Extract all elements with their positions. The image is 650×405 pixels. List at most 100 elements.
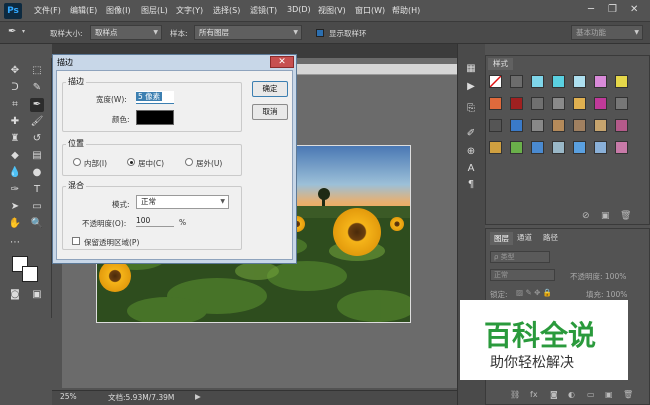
clear-style-icon[interactable]: ⊘ — [582, 211, 590, 221]
histogram-icon[interactable]: ▦ — [464, 62, 478, 76]
delete-style-icon[interactable]: 🗑 — [620, 211, 631, 221]
style-swatch[interactable] — [552, 141, 565, 154]
style-swatch[interactable] — [489, 141, 502, 154]
style-swatch[interactable] — [594, 75, 607, 88]
style-swatch[interactable] — [531, 97, 544, 110]
style-swatch[interactable] — [552, 119, 565, 132]
healing-brush-tool-icon[interactable]: ✚ — [8, 115, 22, 129]
layer-fill[interactable]: 填充: 100% — [586, 289, 627, 300]
workspace-select[interactable]: 基本功能 ▼ — [571, 25, 643, 40]
character-icon[interactable]: A — [464, 162, 478, 176]
restore-icon[interactable]: ❐ — [608, 4, 617, 15]
tab-channels[interactable]: 通道 — [517, 232, 532, 243]
gradient-tool-icon[interactable]: ▤ — [30, 149, 44, 163]
brush-tool-icon[interactable]: 🖌 — [30, 115, 44, 129]
style-swatch[interactable] — [594, 119, 607, 132]
opacity-input[interactable]: 100 — [136, 214, 174, 227]
style-swatch[interactable] — [531, 119, 544, 132]
style-swatch[interactable] — [531, 75, 544, 88]
marquee-tool-icon[interactable]: ⬚ — [30, 64, 44, 78]
dialog-close-button[interactable]: ✕ — [270, 56, 294, 68]
move-tool-icon[interactable]: ✥ — [8, 64, 22, 78]
eyedropper-icon[interactable]: ✒ — [8, 26, 16, 37]
menu-image[interactable]: 图像(I) — [106, 5, 131, 16]
eyedropper-tool-icon[interactable]: ✒ — [30, 98, 44, 112]
width-input[interactable]: 5 像素 — [136, 91, 174, 104]
pen-tool-icon[interactable]: ✑ — [8, 183, 22, 197]
style-swatch[interactable] — [594, 141, 607, 154]
new-group-icon[interactable]: ▭ — [587, 390, 595, 399]
tab-paths[interactable]: 路径 — [543, 232, 558, 243]
history-icon[interactable]: ⎘ — [464, 102, 478, 116]
tool-preset-arrow-icon[interactable]: ▾ — [22, 28, 25, 35]
style-swatch[interactable] — [573, 141, 586, 154]
style-swatch[interactable] — [615, 75, 628, 88]
stroke-color-swatch[interactable] — [136, 110, 174, 125]
adjustment-layer-icon[interactable]: ◐ — [568, 390, 575, 399]
close-icon[interactable]: ✕ — [630, 4, 638, 15]
menu-type[interactable]: 文字(Y) — [176, 5, 203, 16]
style-swatch[interactable] — [573, 97, 586, 110]
clone-source-icon[interactable]: ⊕ — [464, 145, 478, 159]
blend-mode-select[interactable]: 正常 — [490, 269, 555, 281]
mode-select[interactable]: 正常 ▼ — [136, 195, 229, 209]
style-swatch[interactable] — [615, 97, 628, 110]
menu-edit[interactable]: 编辑(E) — [70, 5, 97, 16]
sample-size-select[interactable]: 取样点 ▼ — [90, 25, 162, 40]
style-swatch[interactable] — [552, 97, 565, 110]
link-layers-icon[interactable]: ⛓ — [510, 390, 520, 399]
style-swatch[interactable] — [510, 75, 523, 88]
eraser-tool-icon[interactable]: ◆ — [8, 149, 22, 163]
style-swatch[interactable] — [489, 119, 502, 132]
ok-button[interactable]: 确定 — [252, 81, 288, 97]
new-style-icon[interactable]: ▣ — [601, 211, 610, 221]
style-swatch[interactable] — [552, 75, 565, 88]
menu-help[interactable]: 帮助(H) — [392, 5, 420, 16]
layer-opacity[interactable]: 不透明度: 100% — [570, 271, 626, 282]
brush-preset-icon[interactable]: ✐ — [464, 127, 478, 141]
sample-select[interactable]: 所有图层 ▼ — [194, 25, 302, 40]
zoom-tool-icon[interactable]: 🔍 — [30, 217, 44, 231]
status-menu-arrow-icon[interactable]: ▶ — [195, 392, 201, 401]
position-center-radio[interactable] — [127, 158, 135, 166]
style-swatch[interactable] — [489, 75, 502, 88]
menu-3d[interactable]: 3D(D) — [287, 5, 311, 14]
style-swatch[interactable] — [573, 75, 586, 88]
position-outside-radio[interactable] — [185, 158, 193, 166]
style-swatch[interactable] — [510, 97, 523, 110]
minimize-icon[interactable]: ─ — [588, 4, 594, 15]
cancel-button[interactable]: 取消 — [252, 104, 288, 120]
blur-tool-icon[interactable]: 💧 — [8, 166, 22, 180]
type-tool-icon[interactable]: T — [30, 183, 44, 197]
menu-filter[interactable]: 滤镜(T) — [250, 5, 277, 16]
style-swatch[interactable] — [573, 119, 586, 132]
position-inside-radio[interactable] — [73, 158, 81, 166]
quick-select-tool-icon[interactable]: ✎ — [30, 81, 44, 95]
style-swatch[interactable] — [489, 97, 502, 110]
menu-select[interactable]: 选择(S) — [213, 5, 240, 16]
style-swatch[interactable] — [615, 119, 628, 132]
delete-layer-icon[interactable]: 🗑 — [623, 390, 633, 399]
lock-icons[interactable]: ▨ ✎ ✥ 🔒 — [516, 288, 552, 297]
preserve-transparency-checkbox[interactable] — [72, 237, 80, 245]
quick-mask-icon[interactable]: ◙ — [8, 288, 22, 302]
paragraph-icon[interactable]: ¶ — [464, 178, 478, 192]
show-ring-checkbox[interactable] — [316, 29, 324, 37]
more-tools-icon[interactable]: ⋯ — [8, 236, 22, 250]
style-swatch[interactable] — [510, 119, 523, 132]
path-select-tool-icon[interactable]: ➤ — [8, 200, 22, 214]
screen-mode-icon[interactable]: ▣ — [30, 288, 44, 302]
dodge-tool-icon[interactable]: ● — [30, 166, 44, 180]
new-layer-icon[interactable]: ▣ — [605, 390, 613, 399]
hand-tool-icon[interactable]: ✋ — [8, 217, 22, 231]
zoom-level[interactable]: 25% — [60, 392, 77, 401]
clone-stamp-tool-icon[interactable]: ♜ — [8, 132, 22, 146]
menu-window[interactable]: 窗口(W) — [355, 5, 385, 16]
crop-tool-icon[interactable]: ⌗ — [8, 98, 22, 112]
style-swatch[interactable] — [594, 97, 607, 110]
menu-layer[interactable]: 图层(L) — [141, 5, 168, 16]
tab-styles[interactable]: 样式 — [488, 58, 513, 70]
background-color-swatch[interactable] — [22, 266, 38, 282]
style-swatch[interactable] — [615, 141, 628, 154]
shape-tool-icon[interactable]: ▭ — [30, 200, 44, 214]
